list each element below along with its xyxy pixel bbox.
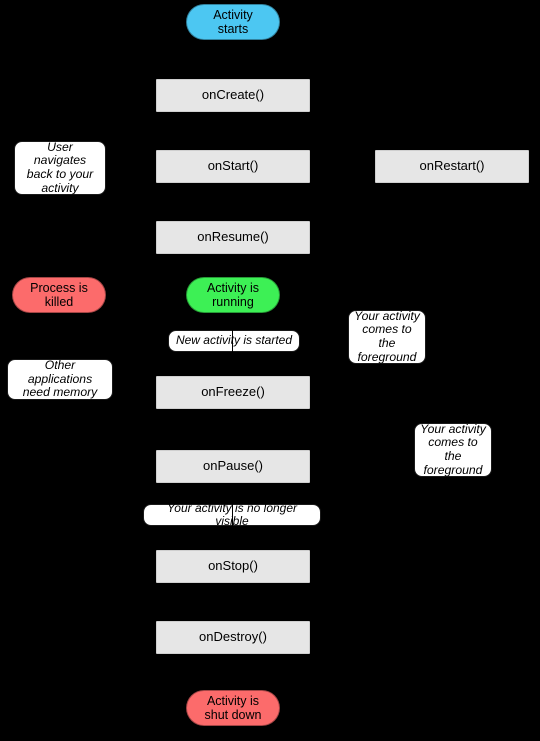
note-foreground-from-restart: Your activity comes to the foreground	[348, 309, 426, 364]
method-on-resume[interactable]: onResume()	[156, 221, 310, 254]
connector-freeze-to-pause	[232, 409, 233, 450]
method-on-start[interactable]: onStart()	[156, 150, 310, 183]
method-on-freeze[interactable]: onFreeze()	[156, 376, 310, 409]
method-on-restart[interactable]: onRestart()	[375, 150, 529, 183]
state-activity-running[interactable]: Activity is running	[186, 277, 280, 313]
state-activity-starts[interactable]: Activity starts	[186, 4, 280, 40]
note-user-navigates-back: User navigates back to your activity	[14, 140, 106, 195]
connector-create-to-start	[232, 112, 233, 150]
note-other-apps-need-memory: Other applications need memory	[7, 358, 113, 400]
method-on-destroy[interactable]: onDestroy()	[156, 621, 310, 654]
state-activity-shut-down[interactable]: Activity is shut down	[186, 690, 280, 726]
connector-resume-to-running	[232, 254, 233, 277]
activity-lifecycle-diagram: Activity starts Activity is running Proc…	[0, 0, 540, 741]
connector-start-to-resume	[232, 183, 233, 221]
connector-stop-to-destroy	[232, 583, 233, 621]
connector-running-to-freeze	[232, 313, 233, 376]
method-on-stop[interactable]: onStop()	[156, 550, 310, 583]
method-on-create[interactable]: onCreate()	[156, 79, 310, 112]
connector-start-to-create	[232, 40, 233, 79]
connector-destroy-to-shutdown	[232, 654, 233, 690]
state-process-killed[interactable]: Process is killed	[12, 277, 106, 313]
method-on-pause[interactable]: onPause()	[156, 450, 310, 483]
note-foreground-from-pause: Your activity comes to the foreground	[414, 422, 492, 477]
connector-restart-to-foreground	[452, 183, 453, 310]
connector-pause-to-stop	[232, 483, 233, 550]
note-new-activity-started: New activity is started	[168, 330, 300, 352]
